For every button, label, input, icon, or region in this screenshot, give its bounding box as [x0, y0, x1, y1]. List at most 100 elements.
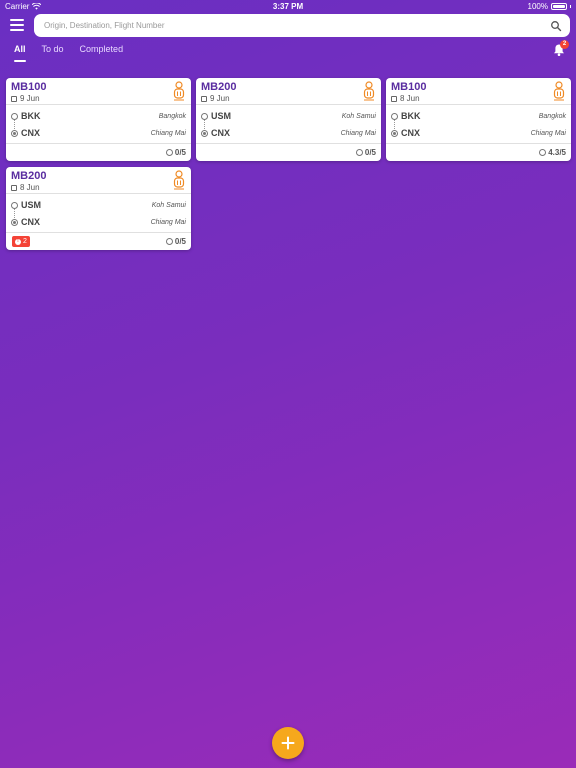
origin-code: BKK: [401, 111, 421, 121]
origin-code: BKK: [21, 111, 41, 121]
notification-badge: 2: [560, 40, 569, 49]
flight-date: 8 Jun: [11, 183, 186, 192]
origin-stop: USM Koh Samui: [201, 111, 376, 121]
flight-number: MB200: [11, 170, 47, 182]
destination-city: Chiang Mai: [530, 129, 566, 137]
destination-stop: CNX Chiang Mai: [11, 128, 186, 138]
rating-value: 0/5: [174, 148, 186, 157]
smiley-icon: [165, 238, 173, 245]
add-flight-button[interactable]: [272, 727, 304, 759]
flight-date: 9 Jun: [201, 94, 376, 103]
plus-icon: [281, 736, 295, 750]
destination-code: CNX: [211, 128, 231, 138]
battery-tip: [570, 4, 571, 8]
route: BKK Bangkok CNX Chiang Mai: [6, 105, 191, 144]
rating: 0/5: [165, 148, 186, 157]
destination-code: CNX: [21, 217, 41, 227]
destination-stop: CNX Chiang Mai: [201, 128, 376, 138]
rating-value: 4.3/5: [548, 148, 566, 157]
rating: 4.3/5: [539, 148, 566, 157]
search-bar[interactable]: [34, 14, 570, 37]
flight-card[interactable]: MB100 9 Jun BKK Bangkok CNX Chiang Mai 0…: [6, 78, 191, 161]
battery-info: 100%: [528, 2, 571, 11]
origin-circle-icon: [391, 112, 398, 120]
origin-code: USM: [211, 111, 231, 121]
notification-button[interactable]: 2: [552, 40, 569, 57]
calendar-icon: [11, 184, 17, 191]
battery-percent: 100%: [527, 1, 548, 11]
origin-circle-icon: [11, 112, 18, 120]
filter-tabs: All To do Completed: [14, 44, 124, 62]
destination-circle-icon: [391, 129, 398, 137]
card-header: MB200 9 Jun: [196, 78, 381, 105]
search-icon[interactable]: [550, 20, 562, 32]
origin-circle-icon: [201, 112, 208, 120]
status-time: 3:37 PM: [272, 1, 304, 11]
carrier-label: Carrier: [5, 1, 30, 11]
flight-number: MB100: [11, 81, 47, 93]
flight-card[interactable]: MB100 8 Jun BKK Bangkok CNX Chiang Mai 4…: [386, 78, 571, 161]
flight-card[interactable]: MB200 8 Jun USM Koh Samui CNX Chiang Mai: [6, 167, 191, 250]
flight-date-text: 8 Jun: [20, 183, 40, 192]
rating-value: 0/5: [364, 148, 376, 157]
carrier-info: Carrier: [5, 1, 42, 11]
card-header: MB100 9 Jun: [6, 78, 191, 105]
card-footer: 0/5: [6, 144, 191, 161]
flight-number: MB200: [201, 81, 237, 93]
rating: 0/5: [355, 148, 376, 157]
airline-logo-icon: [173, 170, 185, 190]
card-footer: 2 0/5: [6, 233, 191, 250]
card-footer: 4.3/5: [386, 144, 571, 161]
route: USM Koh Samui CNX Chiang Mai: [6, 194, 191, 233]
search-input[interactable]: [42, 20, 550, 31]
airline-logo-icon: [173, 81, 185, 101]
alert-count: 2: [23, 238, 27, 245]
origin-code: USM: [21, 200, 41, 210]
origin-stop: BKK Bangkok: [391, 111, 566, 121]
rating: 0/5: [165, 237, 186, 246]
origin-stop: USM Koh Samui: [11, 200, 186, 210]
battery-icon: [551, 2, 567, 10]
destination-stop: CNX Chiang Mai: [391, 128, 566, 138]
flight-date-text: 9 Jun: [20, 94, 40, 103]
flight-date-text: 9 Jun: [210, 94, 230, 103]
card-header: MB200 8 Jun: [6, 167, 191, 194]
destination-circle-icon: [11, 218, 18, 226]
flight-date: 9 Jun: [11, 94, 186, 103]
flight-date-text: 8 Jun: [400, 94, 420, 103]
wifi-icon: [32, 2, 42, 10]
airline-logo-icon: [363, 81, 375, 101]
card-header: MB100 8 Jun: [386, 78, 571, 105]
smiley-icon: [539, 149, 547, 156]
flight-number: MB100: [391, 81, 427, 93]
flight-date: 8 Jun: [391, 94, 566, 103]
origin-city: Bangkok: [158, 112, 186, 120]
destination-code: CNX: [21, 128, 41, 138]
origin-stop: BKK Bangkok: [11, 111, 186, 121]
tab-todo[interactable]: To do: [42, 44, 64, 60]
destination-city: Chiang Mai: [150, 129, 186, 137]
destination-code: CNX: [401, 128, 421, 138]
tab-all[interactable]: All: [14, 44, 26, 62]
status-bar: Carrier 3:37 PM 100%: [0, 0, 576, 12]
destination-city: Chiang Mai: [150, 218, 186, 226]
origin-city: Koh Samui: [341, 112, 376, 120]
calendar-icon: [11, 95, 17, 102]
calendar-icon: [201, 95, 207, 102]
smiley-icon: [355, 149, 363, 156]
origin-city: Bangkok: [538, 112, 566, 120]
route: BKK Bangkok CNX Chiang Mai: [386, 105, 571, 144]
hamburger-icon[interactable]: [10, 19, 24, 31]
calendar-icon: [391, 95, 397, 102]
destination-city: Chiang Mai: [340, 129, 376, 137]
route: USM Koh Samui CNX Chiang Mai: [196, 105, 381, 144]
smiley-icon: [165, 149, 173, 156]
airline-logo-icon: [553, 81, 565, 101]
destination-circle-icon: [11, 129, 18, 137]
origin-city: Koh Samui: [151, 201, 186, 209]
tab-completed[interactable]: Completed: [80, 44, 124, 60]
alert-icon: [15, 238, 21, 245]
card-footer: 0/5: [196, 144, 381, 161]
flight-card[interactable]: MB200 9 Jun USM Koh Samui CNX Chiang Mai: [196, 78, 381, 161]
alert-badge[interactable]: 2: [12, 236, 30, 247]
